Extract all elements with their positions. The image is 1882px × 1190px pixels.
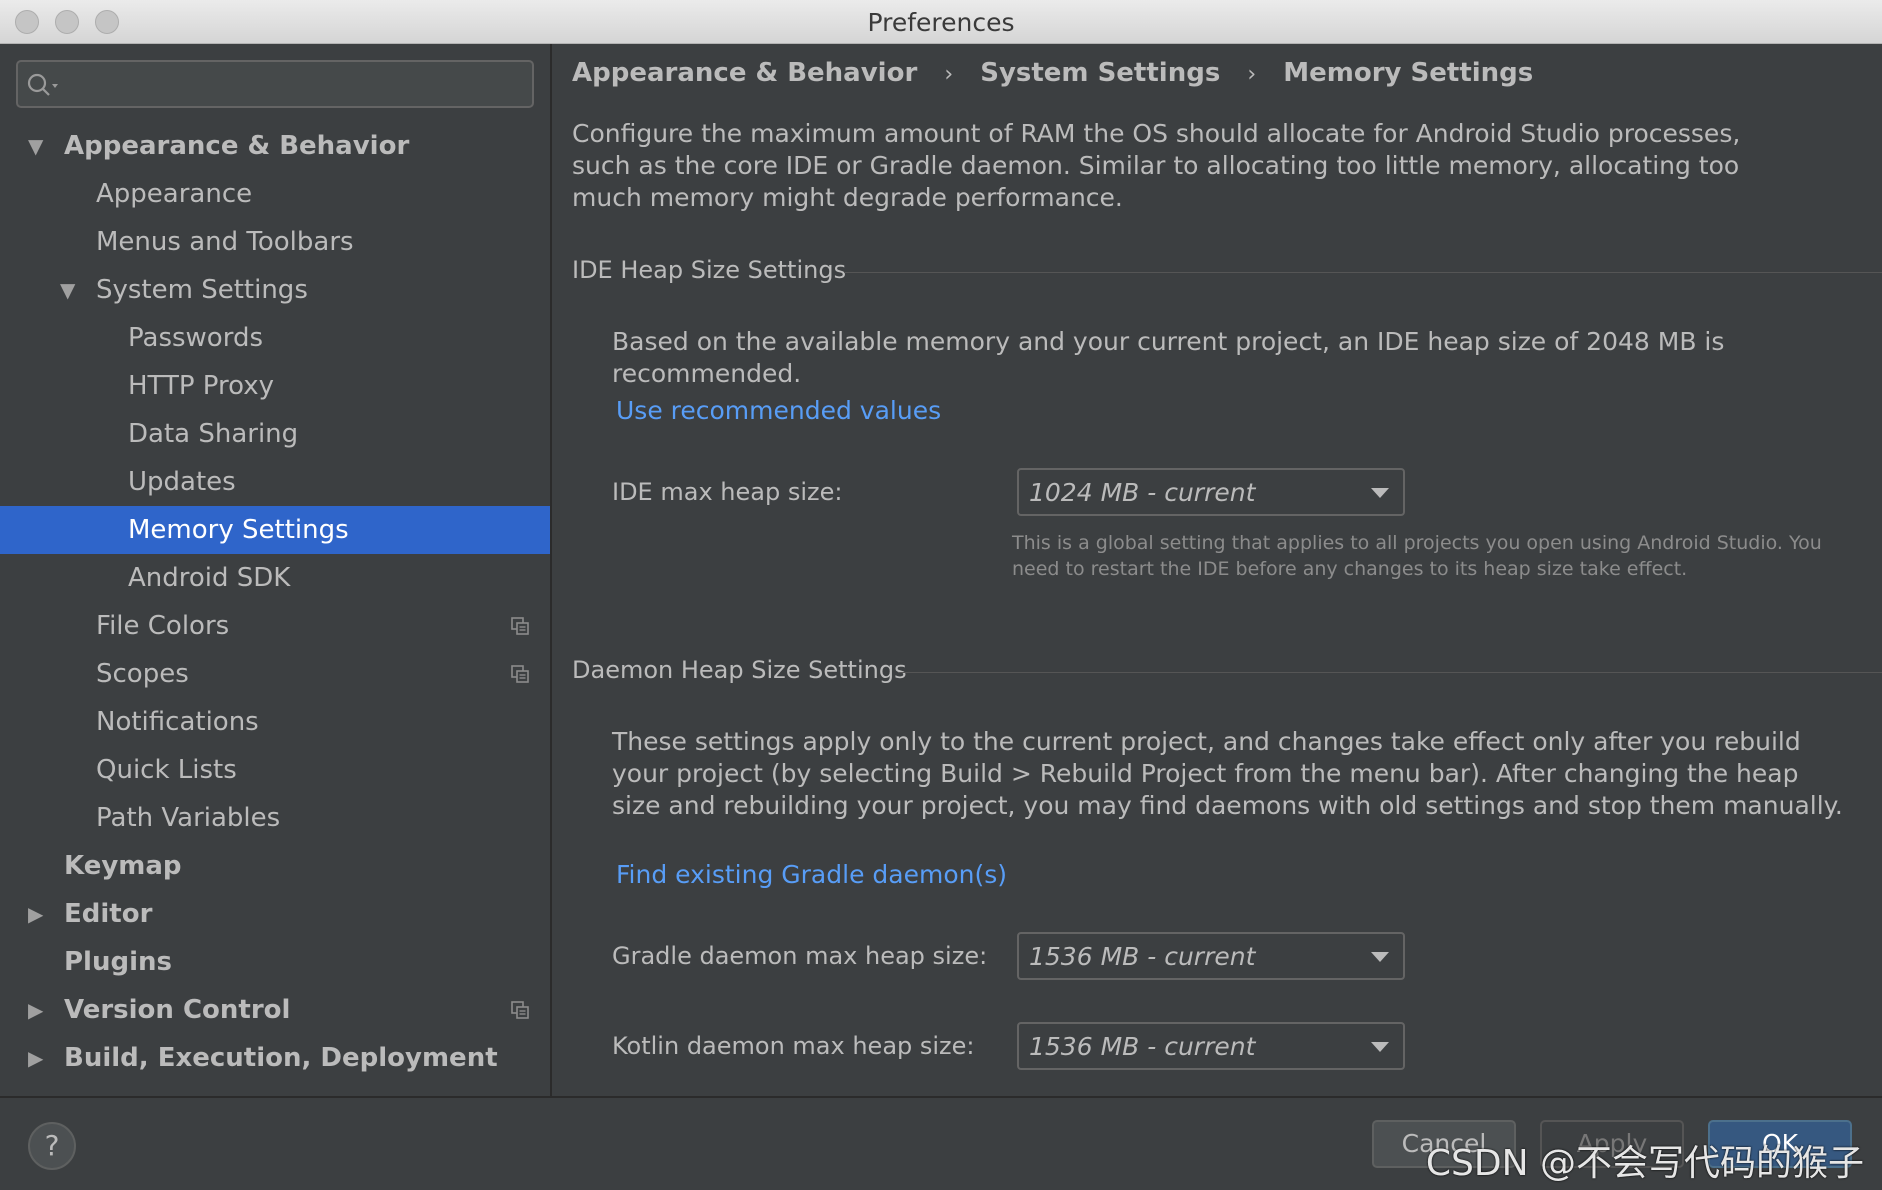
sidebar-item-label: HTTP Proxy (128, 371, 275, 401)
dropdown-value: 1536 MB - current (1029, 942, 1256, 971)
sidebar-item-menus-toolbars[interactable]: Menus and Toolbars (0, 218, 550, 266)
collapsed-arrow-icon[interactable]: ▶ (28, 986, 43, 1034)
sidebar-item-label: Notifications (96, 707, 259, 737)
breadcrumb-item: Appearance & Behavior (572, 58, 918, 88)
sidebar-item-system-settings[interactable]: ▼ System Settings (0, 266, 550, 314)
expanded-arrow-icon[interactable]: ▼ (60, 266, 75, 314)
ide-heap-hint: This is a global setting that applies to… (1012, 532, 1822, 580)
sidebar-item-keymap[interactable]: Keymap (0, 842, 550, 890)
settings-tree: ▼ Appearance & Behavior Appearance Menus… (0, 122, 550, 1082)
sidebar-item-build-execution-deployment[interactable]: ▶ Build, Execution, Deployment (0, 1034, 550, 1082)
chevron-down-icon (1371, 952, 1389, 962)
sidebar-item-file-colors[interactable]: File Colors (0, 602, 550, 650)
copy-icon (511, 665, 529, 683)
sidebar-item-updates[interactable]: Updates (0, 458, 550, 506)
ide-max-heap-dropdown[interactable]: 1024 MB - current (1017, 468, 1405, 516)
gradle-max-heap-dropdown[interactable]: 1536 MB - current (1017, 932, 1405, 980)
cancel-button[interactable]: Cancel (1372, 1120, 1516, 1168)
dropdown-value: 1536 MB - current (1029, 1032, 1256, 1061)
breadcrumb-separator: › (1247, 62, 1257, 87)
sidebar-item-memory-settings[interactable]: Memory Settings (0, 506, 550, 554)
sidebar-item-label: Memory Settings (128, 515, 349, 545)
sidebar-item-path-variables[interactable]: Path Variables (0, 794, 550, 842)
sidebar-item-label: Version Control (64, 995, 291, 1025)
sidebar-item-editor[interactable]: ▶ Editor (0, 890, 550, 938)
copy-icon (511, 617, 529, 635)
sidebar-item-label: Plugins (64, 947, 172, 977)
dropdown-value: 1024 MB - current (1029, 478, 1256, 507)
sidebar-item-appearance[interactable]: Appearance (0, 170, 550, 218)
sidebar-item-notifications[interactable]: Notifications (0, 698, 550, 746)
breadcrumb-item: System Settings (980, 58, 1221, 88)
sidebar-item-label: Keymap (64, 851, 182, 881)
daemon-heap-description: These settings apply only to the current… (612, 727, 1843, 820)
sidebar-item-label: Editor (64, 899, 153, 929)
sidebar-item-data-sharing[interactable]: Data Sharing (0, 410, 550, 458)
breadcrumb: Appearance & Behavior › System Settings … (572, 58, 1533, 88)
sidebar-item-label: Passwords (128, 323, 263, 353)
section-divider (844, 272, 1882, 273)
window-title: Preferences (867, 8, 1015, 37)
sidebar-item-plugins[interactable]: Plugins (0, 938, 550, 986)
sidebar-item-appearance-behavior[interactable]: ▼ Appearance & Behavior (0, 122, 550, 170)
sidebar-item-label: Android SDK (128, 563, 291, 593)
daemon-heap-section-title: Daemon Heap Size Settings (572, 656, 907, 684)
kotlin-max-heap-label: Kotlin daemon max heap size: (612, 1032, 975, 1060)
kotlin-max-heap-dropdown[interactable]: 1536 MB - current (1017, 1022, 1405, 1070)
sidebar-item-label: Scopes (96, 659, 189, 689)
ok-button[interactable]: OK (1708, 1120, 1852, 1168)
sidebar-item-label: Build, Execution, Deployment (64, 1043, 498, 1073)
sidebar-item-version-control[interactable]: ▶ Version Control (0, 986, 550, 1034)
ide-heap-section-title: IDE Heap Size Settings (572, 256, 847, 284)
ide-max-heap-label: IDE max heap size: (612, 478, 843, 506)
sidebar-item-label: Appearance & Behavior (64, 131, 410, 161)
copy-icon (511, 1001, 529, 1019)
expanded-arrow-icon[interactable]: ▼ (28, 122, 43, 170)
collapsed-arrow-icon[interactable]: ▶ (28, 1034, 43, 1082)
ide-heap-recommendation: Based on the available memory and your c… (612, 327, 1725, 388)
sidebar: ▼ Appearance & Behavior Appearance Menus… (0, 44, 550, 1096)
sidebar-item-label: Updates (128, 467, 236, 497)
breadcrumb-separator: › (944, 62, 954, 87)
breadcrumb-item: Memory Settings (1283, 58, 1534, 88)
sidebar-item-label: File Colors (96, 611, 230, 641)
main-panel: Appearance & Behavior › System Settings … (552, 44, 1882, 1096)
sidebar-item-label: Menus and Toolbars (96, 227, 354, 257)
dialog-footer: ? Cancel Apply OK CSDN @不会写代码的猴子 (0, 1096, 1882, 1190)
use-recommended-values-link[interactable]: Use recommended values (616, 396, 941, 425)
sidebar-item-http-proxy[interactable]: HTTP Proxy (0, 362, 550, 410)
gradle-max-heap-label: Gradle daemon max heap size: (612, 942, 988, 970)
sidebar-item-label: Data Sharing (128, 419, 299, 449)
sidebar-item-quick-lists[interactable]: Quick Lists (0, 746, 550, 794)
title-bar: Preferences (0, 0, 1882, 44)
sidebar-item-scopes[interactable]: Scopes (0, 650, 550, 698)
search-input[interactable] (74, 68, 514, 100)
sidebar-item-label: Appearance (96, 179, 253, 209)
sidebar-item-label: System Settings (96, 275, 308, 305)
sidebar-item-passwords[interactable]: Passwords (0, 314, 550, 362)
search-icon (27, 73, 58, 96)
find-gradle-daemons-link[interactable]: Find existing Gradle daemon(s) (616, 860, 1007, 889)
chevron-down-icon (1371, 488, 1389, 498)
sidebar-item-android-sdk[interactable]: Android SDK (0, 554, 550, 602)
section-divider (898, 672, 1882, 673)
collapsed-arrow-icon[interactable]: ▶ (28, 890, 43, 938)
intro-text: Configure the maximum amount of RAM the … (572, 119, 1741, 212)
help-button[interactable]: ? (28, 1122, 76, 1170)
sidebar-item-label: Quick Lists (96, 755, 237, 785)
chevron-down-icon (1371, 1042, 1389, 1052)
sidebar-item-label: Path Variables (96, 803, 281, 833)
search-box[interactable] (16, 60, 534, 108)
apply-button[interactable]: Apply (1540, 1120, 1684, 1168)
